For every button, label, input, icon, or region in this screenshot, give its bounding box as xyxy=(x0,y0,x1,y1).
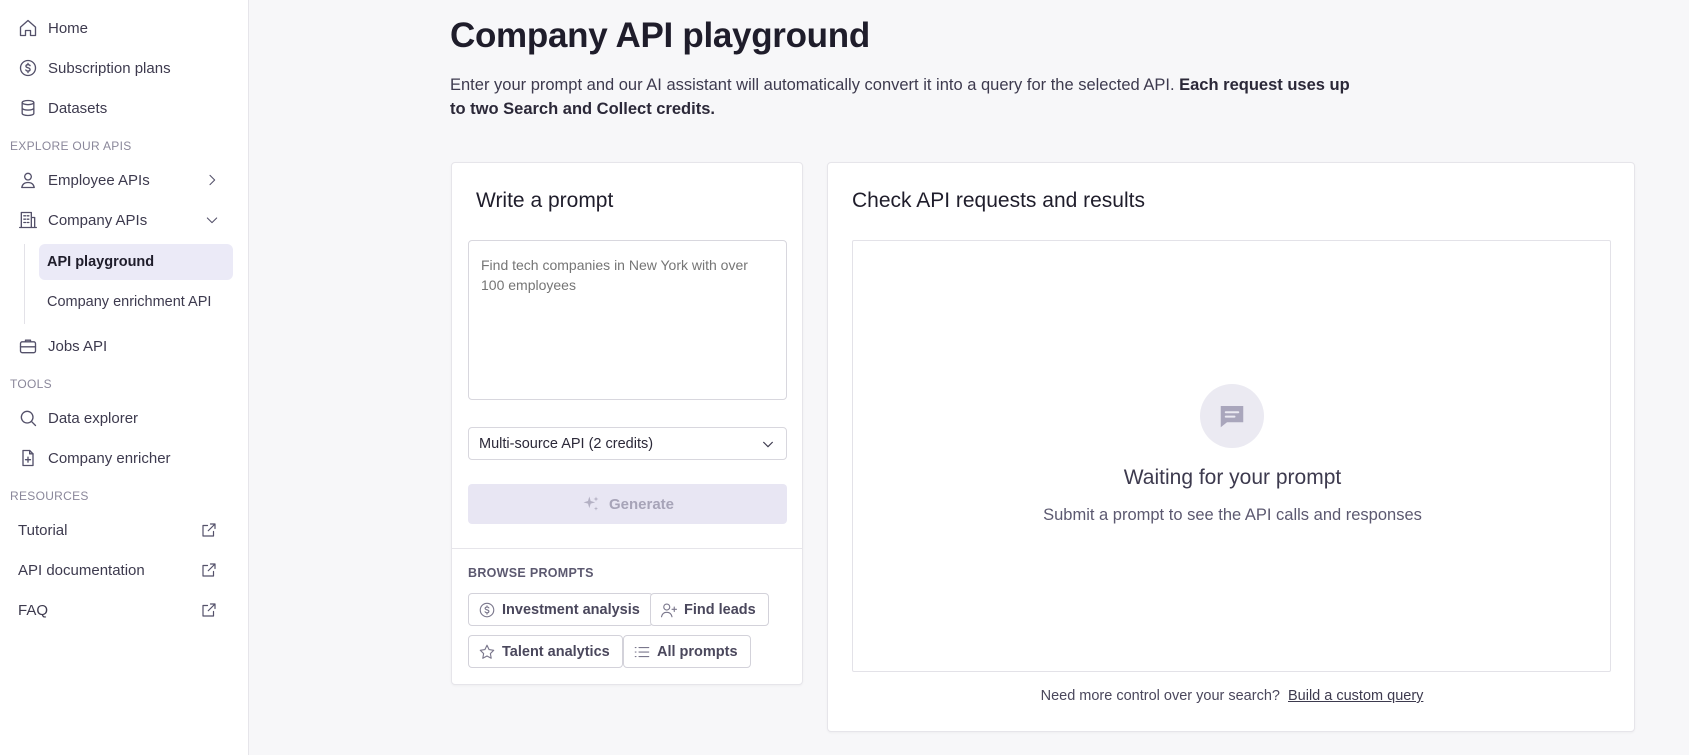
prompt-input[interactable] xyxy=(468,240,787,400)
external-link-icon xyxy=(202,563,216,577)
sidebar-item-label: Jobs API xyxy=(48,337,108,355)
prompt-card-title: Write a prompt xyxy=(476,189,614,212)
dollar-circle-icon xyxy=(479,602,495,617)
dollar-circle-icon xyxy=(19,59,37,77)
sidebar-item-label: API documentation xyxy=(18,561,145,579)
sidebar-item-label: Data explorer xyxy=(48,409,139,427)
sidebar-item-label: Company enricher xyxy=(48,449,171,467)
building-icon xyxy=(19,211,37,229)
results-card-title: Check API requests and results xyxy=(852,189,1145,212)
sidebar-item-company-enricher[interactable]: Company enricher xyxy=(10,440,232,476)
briefcase-icon xyxy=(19,339,37,354)
external-link-icon xyxy=(202,603,216,617)
message-icon xyxy=(1200,384,1264,448)
sidebar-item-datasets[interactable]: Datasets xyxy=(10,90,232,126)
custom-query-text: Need more control over your search? xyxy=(1040,688,1280,704)
generate-label: Generate xyxy=(608,495,675,513)
sidebar-item-api-playground[interactable]: API playground xyxy=(39,244,233,280)
browse-prompts-label: BROWSE PROMPTS xyxy=(468,566,594,580)
chip-investment-analysis[interactable]: Investment analysis xyxy=(468,593,653,626)
sidebar-item-company-apis[interactable]: Company APIs xyxy=(10,202,232,238)
intro-text: Enter your prompt and our AI assistant w… xyxy=(450,73,1350,121)
chip-all-prompts[interactable]: All prompts xyxy=(623,635,751,668)
sidebar-item-label: Subscription plans xyxy=(48,59,171,77)
section-label-resources: RESOURCES xyxy=(10,489,89,503)
chip-label: Investment analysis xyxy=(502,601,640,618)
waiting-subtitle: Submit a prompt to see the API calls and… xyxy=(1043,506,1422,524)
chevron-down-icon xyxy=(206,217,218,224)
page-title: Company API playground xyxy=(450,16,870,55)
user-icon xyxy=(21,172,35,189)
sidebar-item-jobs-api[interactable]: Jobs API xyxy=(10,328,232,364)
search-icon xyxy=(20,410,37,427)
api-select[interactable]: Multi-source API (2 credits) xyxy=(468,427,787,460)
sidebar-item-faq[interactable]: FAQ xyxy=(10,592,232,628)
results-card: Check API requests and results Waiting f… xyxy=(827,162,1635,732)
sidebar-item-data-explorer[interactable]: Data explorer xyxy=(10,400,232,436)
sidebar-item-label: FAQ xyxy=(18,601,49,619)
sidebar: Home Subscription plans Datasets EXPLORE… xyxy=(0,0,249,755)
divider xyxy=(452,548,802,549)
section-label-tools: TOOLS xyxy=(10,377,52,391)
sidebar-item-home[interactable]: Home xyxy=(10,10,232,46)
database-icon xyxy=(21,99,35,117)
user-plus-icon xyxy=(660,602,678,617)
external-link-icon xyxy=(202,523,216,537)
sidebar-item-label: Home xyxy=(48,19,89,37)
sidebar-item-label: Company APIs xyxy=(48,211,148,229)
home-icon xyxy=(19,19,37,37)
generate-button[interactable]: Generate xyxy=(468,484,787,524)
chip-label: Talent analytics xyxy=(502,643,610,660)
results-panel: Waiting for your prompt Submit a prompt … xyxy=(852,240,1611,672)
sparkles-icon xyxy=(583,496,599,511)
star-icon xyxy=(479,644,495,659)
sidebar-item-tutorial[interactable]: Tutorial xyxy=(10,512,232,548)
custom-query-note: Need more control over your search? Buil… xyxy=(828,688,1636,704)
chevron-down-icon xyxy=(762,441,774,448)
chip-find-leads[interactable]: Find leads xyxy=(650,593,769,626)
sidebar-item-api-documentation[interactable]: API documentation xyxy=(10,552,232,588)
file-plus-icon xyxy=(22,449,34,467)
sidebar-item-label: Datasets xyxy=(48,99,108,117)
intro-text-normal: Enter your prompt and our AI assistant w… xyxy=(450,76,1175,94)
chevron-right-icon xyxy=(209,174,216,186)
sidebar-item-label: Tutorial xyxy=(18,521,68,539)
chip-label: Find leads xyxy=(684,601,756,618)
sidebar-item-employee-apis[interactable]: Employee APIs xyxy=(10,162,232,198)
chip-label: All prompts xyxy=(657,643,738,660)
sidebar-item-label: Employee APIs xyxy=(48,171,150,189)
api-select-value: Multi-source API (2 credits) xyxy=(479,435,654,452)
sidebar-item-subscription-plans[interactable]: Subscription plans xyxy=(10,50,232,86)
section-label-explore: EXPLORE OUR APIS xyxy=(10,139,132,153)
list-icon xyxy=(634,646,650,657)
prompt-card: Write a prompt Multi-source API (2 credi… xyxy=(451,162,803,685)
build-custom-query-link[interactable]: Build a custom query xyxy=(1288,688,1423,704)
submenu-line xyxy=(24,244,25,324)
waiting-title: Waiting for your prompt xyxy=(1123,466,1342,489)
sidebar-item-company-enrichment-api[interactable]: Company enrichment API xyxy=(39,284,233,320)
chip-talent-analytics[interactable]: Talent analytics xyxy=(468,635,623,668)
